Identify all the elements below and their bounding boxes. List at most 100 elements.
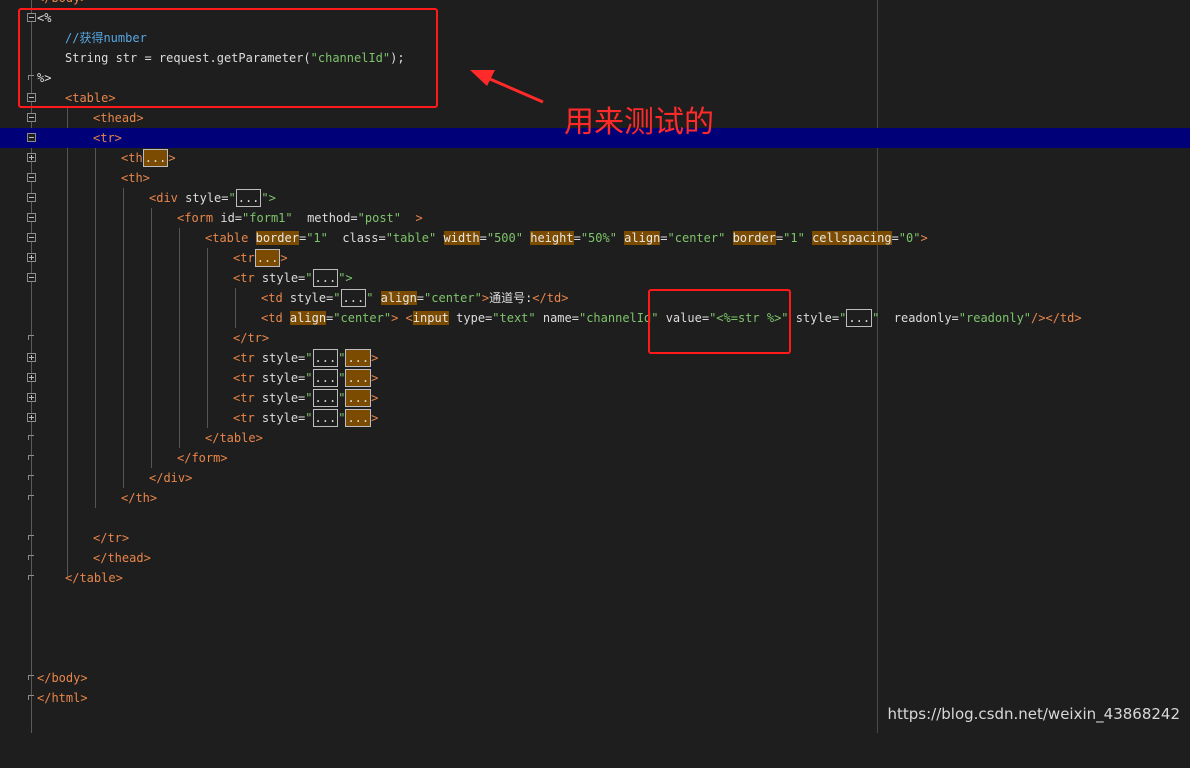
fold-end-marker — [28, 335, 36, 343]
attr-align: align — [289, 311, 327, 325]
code-line[interactable]: </form> — [0, 448, 1190, 468]
tag-end: > — [168, 151, 176, 165]
code-editor[interactable]: </body> <% //获得number String str = reque… — [0, 0, 1190, 733]
val: "text" — [492, 311, 536, 325]
fold-end-marker — [28, 535, 36, 543]
input-tag: input — [412, 311, 449, 325]
code-line[interactable]: <div style="... "> — [0, 188, 1190, 208]
code-line[interactable]: </tr> — [0, 328, 1190, 348]
collapsed-ellipsis[interactable]: ... — [312, 409, 339, 427]
collapsed-ellipsis[interactable]: ... — [235, 189, 262, 207]
eq: = — [479, 231, 487, 245]
fold-collapse-icon[interactable] — [27, 213, 36, 222]
div-tag: <div — [149, 191, 178, 205]
code-line[interactable]: <tr style="... "... > — [0, 368, 1190, 388]
collapsed-ellipsis[interactable]: ... — [345, 389, 372, 407]
fold-expand-icon[interactable] — [27, 153, 36, 162]
collapsed-ellipsis[interactable]: ... — [254, 249, 281, 267]
attr-style: style= — [261, 371, 306, 385]
code-line[interactable]: <th... > — [0, 148, 1190, 168]
attr-style: style= — [289, 291, 334, 305]
val: "table" — [385, 231, 437, 245]
val: "50%" — [580, 231, 617, 245]
collapsed-ellipsis[interactable]: ... — [312, 349, 339, 367]
code-line[interactable]: </body> — [0, 0, 1190, 8]
code-line[interactable]: <tr style="... "... > — [0, 388, 1190, 408]
code-line[interactable]: <th> — [0, 168, 1190, 188]
quote: " — [338, 391, 346, 405]
val: "1" — [783, 231, 805, 245]
tag-end: > — [920, 231, 928, 245]
code-line[interactable]: <td align="center"> <input type="text" n… — [0, 308, 1190, 328]
attr-width: width — [443, 231, 480, 245]
collapsed-ellipsis[interactable]: ... — [312, 369, 339, 387]
attr-class: class= — [342, 231, 386, 245]
val-post: "post" — [357, 211, 402, 225]
fold-expand-icon[interactable] — [27, 373, 36, 382]
tag-end: > — [371, 411, 379, 425]
quote: " — [338, 351, 346, 365]
collapsed-ellipsis[interactable]: ... — [340, 289, 367, 307]
collapsed-ellipsis[interactable]: ... — [345, 409, 372, 427]
watermark: https://blog.csdn.net/weixin_43868242 — [887, 705, 1180, 723]
fold-collapse-icon[interactable] — [27, 273, 36, 282]
quote: " — [305, 411, 313, 425]
quote: " — [338, 371, 346, 385]
fold-collapse-icon[interactable] — [27, 133, 36, 142]
code-line[interactable]: </thead> — [0, 548, 1190, 568]
tr-close-tag: </tr> — [93, 531, 130, 545]
fold-collapse-icon[interactable] — [27, 233, 36, 242]
quote: " — [338, 411, 346, 425]
collapsed-ellipsis[interactable]: ... — [345, 349, 372, 367]
fold-end-marker — [28, 575, 36, 583]
eq: = — [891, 231, 899, 245]
val: "500" — [486, 231, 523, 245]
fold-expand-icon[interactable] — [27, 413, 36, 422]
quote: " — [228, 191, 236, 205]
collapsed-ellipsis[interactable]: ... — [312, 389, 339, 407]
tr-open-tag: <tr> — [93, 131, 122, 145]
collapsed-ellipsis[interactable]: ... — [312, 269, 339, 287]
code-line[interactable]: </table> — [0, 428, 1190, 448]
code-line[interactable]: <tr style="... "... > — [0, 408, 1190, 428]
th-close-tag: </th> — [121, 491, 158, 505]
code-line[interactable]: </table> — [0, 568, 1190, 588]
table-close-tag: </table> — [205, 431, 263, 445]
quote-close: "> — [338, 271, 353, 285]
th-tag: <th — [121, 151, 143, 165]
collapsed-ellipsis[interactable]: ... — [846, 309, 873, 327]
code-line[interactable]: <form id="form1" method="post" > — [0, 208, 1190, 228]
div-close-tag: </div> — [149, 471, 193, 485]
val: "center" — [333, 311, 392, 325]
code-line[interactable]: <td style="... " align="center">通道号:</td> — [0, 288, 1190, 308]
fold-expand-icon[interactable] — [27, 353, 36, 362]
body-close-tag: </body> — [37, 671, 88, 685]
fold-end-marker — [28, 675, 36, 683]
code-line[interactable]: <tr style="... "> — [0, 268, 1190, 288]
fold-collapse-icon[interactable] — [27, 173, 36, 182]
code-line[interactable]: </div> — [0, 468, 1190, 488]
quote: " — [839, 311, 847, 325]
val: "channelId" — [578, 311, 659, 325]
code-line[interactable]: <table border="1" class="table" width="5… — [0, 228, 1190, 248]
tag-end: > — [481, 291, 490, 305]
fold-expand-icon[interactable] — [27, 393, 36, 402]
td-close-tag: </td> — [532, 291, 569, 305]
fold-collapse-icon[interactable] — [27, 113, 36, 122]
fold-end-marker — [28, 455, 36, 463]
collapsed-ellipsis[interactable]: ... — [142, 149, 169, 167]
collapsed-ellipsis[interactable]: ... — [345, 369, 372, 387]
val: "readonly" — [958, 311, 1032, 325]
fold-collapse-icon[interactable] — [27, 193, 36, 202]
code-line[interactable]: </tr> — [0, 528, 1190, 548]
fold-expand-icon[interactable] — [27, 253, 36, 262]
form-tag: <form — [177, 211, 214, 225]
attr-border: border — [732, 231, 776, 245]
code-line[interactable]: <tr style="... "... > — [0, 348, 1190, 368]
val: "center" — [667, 231, 726, 245]
attr-id: id= — [220, 211, 243, 225]
code-line[interactable]: </body> — [0, 668, 1190, 688]
code-line[interactable]: <tr... > — [0, 248, 1190, 268]
code-line[interactable]: </th> — [0, 488, 1190, 508]
table-tag: <table — [205, 231, 249, 245]
